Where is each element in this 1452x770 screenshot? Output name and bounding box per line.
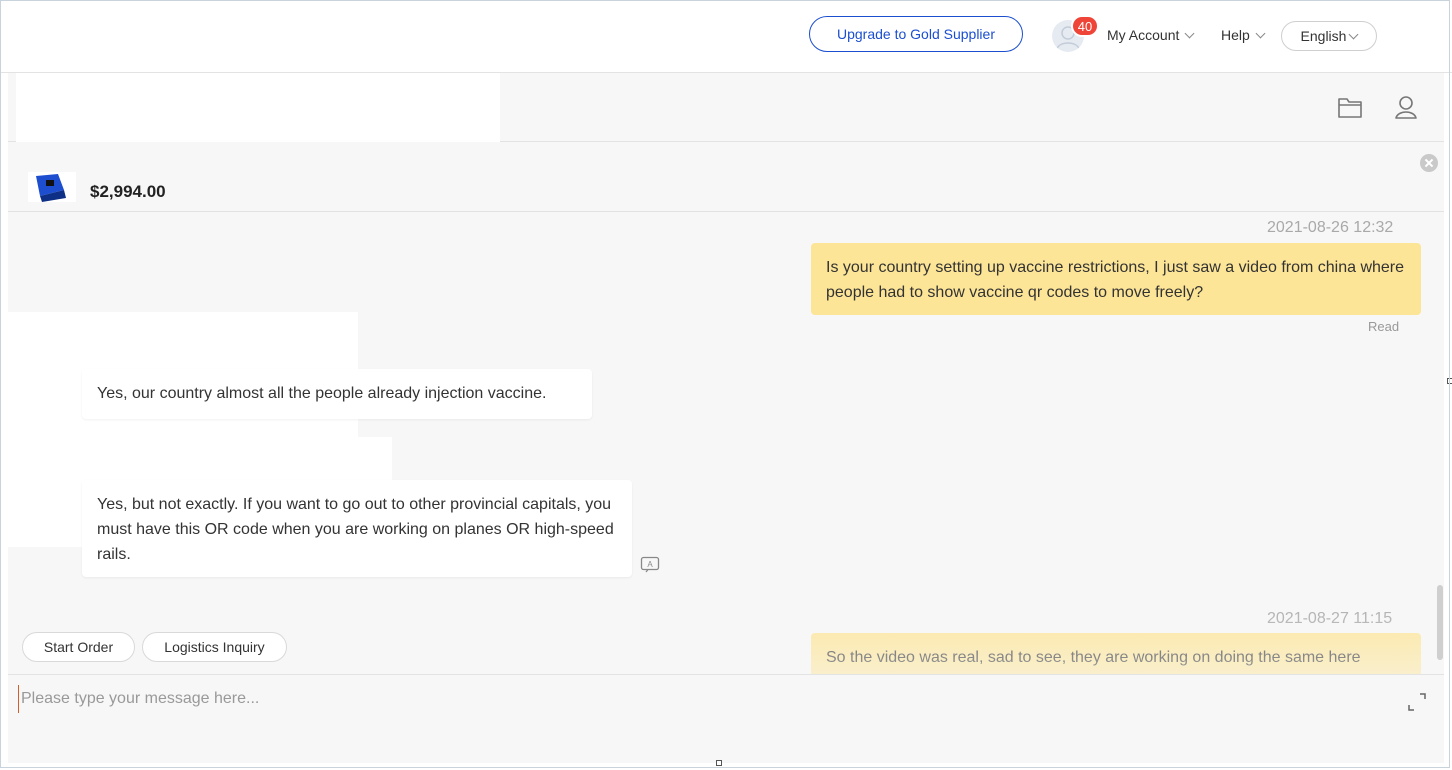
message-list[interactable]: 2021-08-26 12:32 Is your country setting… bbox=[8, 212, 1436, 674]
top-header: Upgrade to Gold Supplier 40 My Account H… bbox=[0, 0, 1452, 73]
notification-badge: 40 bbox=[1071, 15, 1099, 37]
chevron-down-icon bbox=[1255, 28, 1266, 38]
user-profile-icon[interactable] bbox=[1391, 92, 1421, 122]
help-label: Help bbox=[1221, 27, 1250, 43]
product-thumbnail[interactable] bbox=[28, 172, 76, 202]
folder-icon[interactable] bbox=[1335, 92, 1365, 122]
expand-icon[interactable] bbox=[1406, 691, 1428, 713]
my-account-label: My Account bbox=[1107, 27, 1180, 43]
message-timestamp: 2021-08-26 12:32 bbox=[1267, 219, 1394, 236]
product-price: $2,994.00 bbox=[90, 182, 166, 201]
logistics-inquiry-button[interactable]: Logistics Inquiry bbox=[142, 632, 287, 662]
translate-icon[interactable]: A bbox=[640, 556, 660, 574]
help-menu[interactable]: Help bbox=[1221, 27, 1266, 43]
language-selector[interactable]: English bbox=[1281, 21, 1377, 51]
chat-header bbox=[8, 73, 1444, 174]
product-image-icon bbox=[36, 174, 66, 202]
message-input[interactable] bbox=[18, 685, 1383, 713]
close-icon[interactable] bbox=[1420, 154, 1438, 172]
language-label: English bbox=[1300, 28, 1347, 44]
start-order-button[interactable]: Start Order bbox=[22, 632, 135, 662]
chevron-down-icon bbox=[1349, 29, 1359, 39]
scrollbar-thumb[interactable] bbox=[1437, 585, 1443, 660]
resize-handle[interactable] bbox=[1447, 378, 1452, 384]
read-status: Read bbox=[1368, 319, 1400, 334]
product-bar: $2,994.00 bbox=[8, 142, 1444, 212]
incoming-message[interactable]: Yes, our country almost all the people a… bbox=[82, 369, 592, 419]
incoming-message[interactable]: Yes, but not exactly. If you want to go … bbox=[82, 480, 632, 577]
resize-handle[interactable] bbox=[716, 760, 722, 766]
outgoing-message[interactable]: Is your country setting up vaccine restr… bbox=[811, 243, 1421, 315]
upgrade-gold-supplier-button[interactable]: Upgrade to Gold Supplier bbox=[809, 16, 1023, 52]
chevron-down-icon bbox=[1184, 28, 1195, 38]
message-composer bbox=[8, 674, 1444, 763]
svg-text:A: A bbox=[647, 560, 653, 569]
message-timestamp: 2021-08-27 11:15 bbox=[1267, 610, 1393, 627]
my-account-menu[interactable]: My Account bbox=[1107, 27, 1195, 43]
outgoing-message[interactable]: So the video was real, sad to see, they … bbox=[811, 633, 1421, 674]
